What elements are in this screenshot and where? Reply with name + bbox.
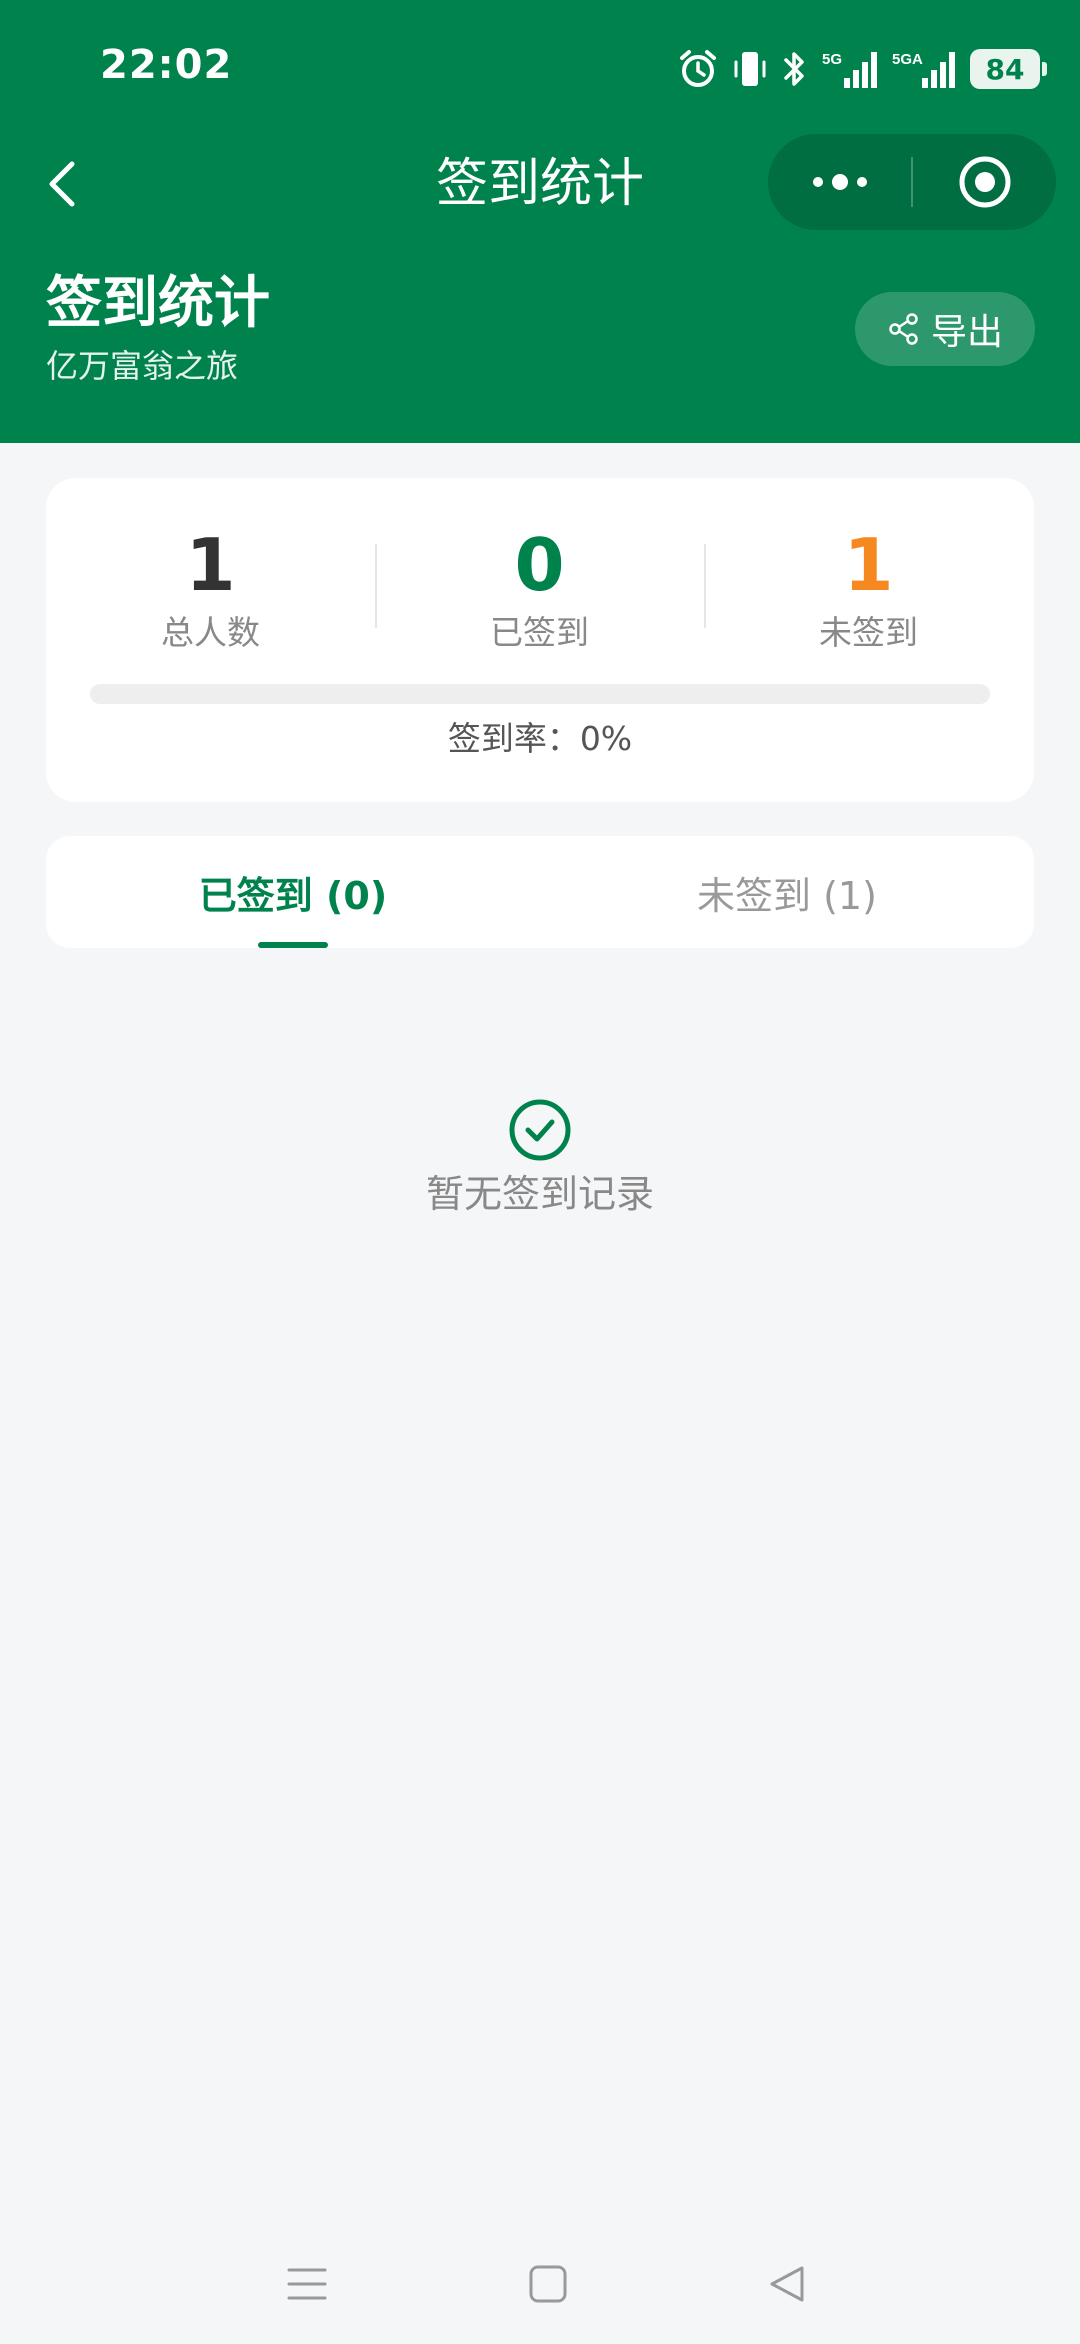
- tab-signed-label: 已签到 (0): [198, 873, 388, 918]
- status-time: 22:02: [100, 42, 233, 88]
- tab-unsigned-label: 未签到 (1): [697, 873, 877, 918]
- close-miniprogram-button[interactable]: [913, 134, 1056, 230]
- signal-5g-icon: 5G: [822, 48, 878, 90]
- stat-unsigned-value: 1: [843, 523, 894, 607]
- page-heading: 签到统计: [46, 271, 270, 336]
- home-button[interactable]: [518, 2254, 578, 2314]
- check-circle-icon: [508, 1098, 572, 1166]
- vibrate-icon: [732, 48, 768, 90]
- signin-rate: 签到率：0%: [447, 719, 633, 758]
- stat-total-value: 1: [185, 523, 236, 607]
- signin-progress-bar: [90, 684, 990, 704]
- back-triangle-icon: [770, 2266, 804, 2302]
- system-navigation-bar: [0, 2224, 1080, 2344]
- tab-unsigned[interactable]: 未签到 (1): [540, 836, 1034, 948]
- alarm-icon: [678, 48, 718, 90]
- stat-signed: 0 已签到: [375, 522, 704, 656]
- stat-total-label: 总人数: [161, 613, 260, 652]
- tab-signed[interactable]: 已签到 (0): [46, 836, 540, 948]
- share-icon: [889, 313, 918, 345]
- export-label: 导出: [930, 312, 1003, 353]
- stat-unsigned-label: 未签到: [819, 613, 918, 652]
- more-dots-icon: [812, 174, 867, 190]
- stat-total: 1 总人数: [46, 522, 375, 656]
- more-button[interactable]: [768, 134, 911, 230]
- stat-unsigned: 1 未签到: [704, 522, 1033, 656]
- signal-5ga-icon: 5GA: [892, 48, 956, 90]
- battery-indicator: 84: [970, 49, 1047, 89]
- header: 22:02 5G 5GA 84 签到统计 签到统计 亿万富翁之旅 导出: [0, 0, 1080, 443]
- menu-button[interactable]: [277, 2254, 337, 2314]
- event-name: 亿万富翁之旅: [46, 347, 239, 385]
- menu-icon: [287, 2268, 327, 2300]
- back-nav-button[interactable]: [757, 2254, 817, 2314]
- network-label-1: 5G: [822, 51, 842, 68]
- stat-signed-value: 0: [514, 523, 565, 607]
- export-button[interactable]: 导出: [855, 292, 1035, 366]
- bluetooth-icon: [782, 48, 808, 90]
- status-bar: 22:02 5G 5GA 84: [0, 0, 1080, 132]
- empty-message: 暂无签到记录: [425, 1172, 654, 1216]
- stats-card: 1 总人数 0 已签到 1 未签到 签到率：0%: [46, 478, 1034, 802]
- target-circle-icon: [959, 156, 1010, 208]
- mini-program-capsule: [768, 134, 1056, 230]
- home-icon: [529, 2265, 567, 2303]
- network-label-2: 5GA: [892, 51, 923, 68]
- nav-bar: 签到统计: [0, 132, 1080, 236]
- tabs: 已签到 (0) 未签到 (1): [46, 836, 1034, 948]
- empty-state: 暂无签到记录: [0, 1098, 1080, 1220]
- tab-active-indicator: [258, 942, 328, 948]
- status-icons: 5G 5GA 84: [678, 44, 1047, 94]
- stat-signed-label: 已签到: [490, 613, 589, 652]
